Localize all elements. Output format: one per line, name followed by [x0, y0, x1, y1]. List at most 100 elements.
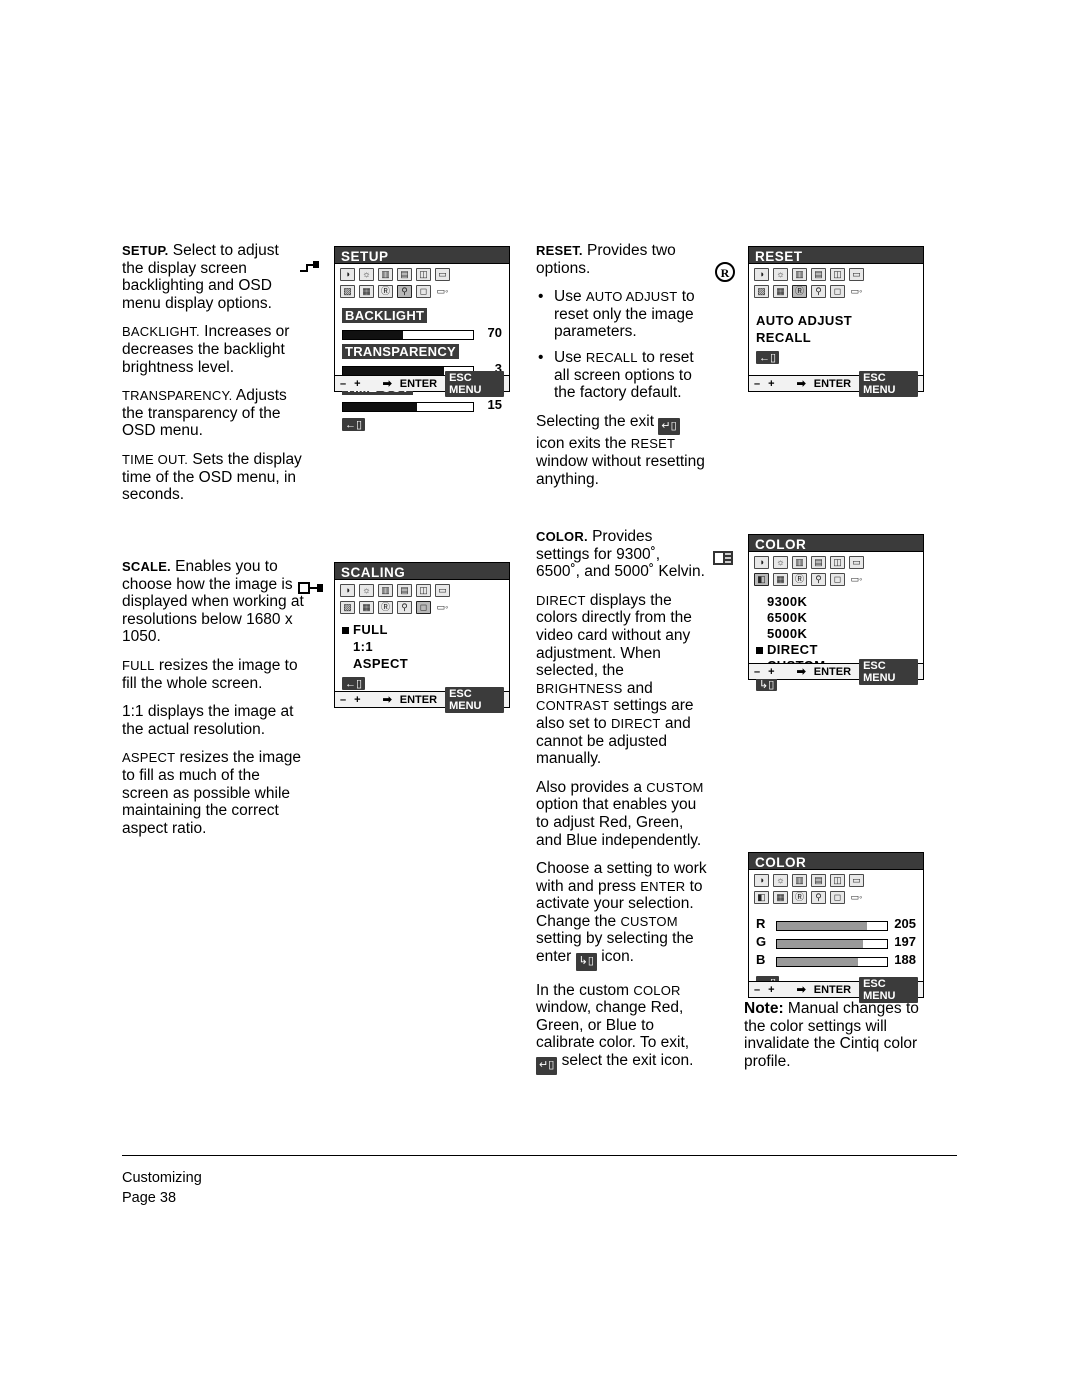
- scaling-option-full[interactable]: FULL: [342, 623, 502, 637]
- esc-menu-label[interactable]: ESC MENU: [445, 370, 504, 397]
- reset-icon-small[interactable]: Ⓡ: [378, 285, 393, 298]
- phase-icon[interactable]: ▤: [397, 584, 412, 597]
- osd-reset-exit-row[interactable]: ←▯: [756, 348, 916, 366]
- timeout-bar[interactable]: [342, 402, 474, 412]
- horizontal-position-icon[interactable]: ◫: [830, 268, 845, 281]
- osd-color-custom-window[interactable]: COLOR ◑ ☼ ▥ ▤ ◫ ▭ ◧ ▦ Ⓡ ⚲ ◻ ▭◦ R 205 G 1…: [748, 852, 924, 1003]
- esc-menu-label[interactable]: ESC MENU: [445, 686, 504, 713]
- setup-icon-small[interactable]: ⚲: [397, 601, 412, 614]
- enter-label[interactable]: ENTER: [400, 378, 437, 390]
- exit-icon-small[interactable]: ▭◦: [849, 891, 864, 904]
- vertical-position-icon[interactable]: ▭: [849, 268, 864, 281]
- contrast-icon[interactable]: ☼: [773, 268, 788, 281]
- setup-icon-small[interactable]: ⚲: [811, 891, 826, 904]
- vertical-position-icon[interactable]: ▭: [435, 584, 450, 597]
- scale-icon-small[interactable]: ◻: [830, 573, 845, 586]
- exit-icon-small[interactable]: ▭◦: [849, 573, 864, 586]
- color-icon-small[interactable]: ◧: [754, 573, 769, 586]
- channel-row-b[interactable]: B 188: [756, 952, 916, 967]
- phase-icon[interactable]: ▤: [811, 268, 826, 281]
- osd-color-window[interactable]: COLOR ◑ ☼ ▥ ▤ ◫ ▭ ◧ ▦ Ⓡ ⚲ ◻ ▭◦ 9300K 650…: [748, 534, 924, 691]
- language-icon[interactable]: ▨: [340, 601, 355, 614]
- minus-label[interactable]: –: [754, 378, 760, 390]
- enter-label[interactable]: ENTER: [400, 694, 437, 706]
- vertical-position-icon[interactable]: ▭: [849, 874, 864, 887]
- osd-setup-exit-row[interactable]: ←▯: [342, 415, 502, 433]
- plus-label[interactable]: +: [354, 378, 360, 390]
- minus-label[interactable]: –: [754, 984, 760, 996]
- exit-icon-small[interactable]: ▭◦: [435, 285, 450, 298]
- exit-enter-icon[interactable]: ←▯: [342, 418, 366, 431]
- backlight-bar[interactable]: [342, 330, 474, 340]
- pitch-icon[interactable]: ▥: [792, 556, 807, 569]
- color-option-9300k[interactable]: 9300K: [756, 595, 916, 609]
- enter-label[interactable]: ENTER: [814, 378, 851, 390]
- scale-icon-small[interactable]: ◻: [416, 285, 431, 298]
- esc-menu-label[interactable]: ESC MENU: [859, 658, 918, 685]
- reset-option-auto-adjust[interactable]: AUTO ADJUST: [756, 314, 916, 328]
- green-bar[interactable]: [776, 939, 888, 949]
- reset-option-recall[interactable]: RECALL: [756, 331, 916, 345]
- channel-row-g[interactable]: G 197: [756, 934, 916, 949]
- contrast-icon[interactable]: ☼: [773, 556, 788, 569]
- scale-icon-small[interactable]: ◻: [830, 891, 845, 904]
- reset-icon-small[interactable]: Ⓡ: [792, 891, 807, 904]
- plus-label[interactable]: +: [768, 666, 774, 678]
- brightness-icon[interactable]: ◑: [754, 556, 769, 569]
- blue-bar[interactable]: [776, 957, 888, 967]
- minus-label[interactable]: –: [340, 378, 346, 390]
- esc-menu-label[interactable]: ESC MENU: [859, 976, 918, 1003]
- language-icon[interactable]: ▨: [754, 285, 769, 298]
- horizontal-position-icon[interactable]: ◫: [416, 268, 431, 281]
- plus-label[interactable]: +: [768, 378, 774, 390]
- minus-label[interactable]: –: [340, 694, 346, 706]
- scale-icon-small[interactable]: ◻: [416, 601, 431, 614]
- exit-enter-icon[interactable]: ↳▯: [756, 678, 778, 691]
- color-option-direct[interactable]: DIRECT: [756, 643, 916, 657]
- display-icon[interactable]: ▦: [773, 573, 788, 586]
- exit-icon-small[interactable]: ▭◦: [849, 285, 864, 298]
- setup-icon-small[interactable]: ⚲: [811, 285, 826, 298]
- horizontal-position-icon[interactable]: ◫: [830, 874, 845, 887]
- brightness-icon[interactable]: ◑: [754, 874, 769, 887]
- reset-icon-small[interactable]: Ⓡ: [792, 573, 807, 586]
- plus-label[interactable]: +: [354, 694, 360, 706]
- vertical-position-icon[interactable]: ▭: [435, 268, 450, 281]
- horizontal-position-icon[interactable]: ◫: [830, 556, 845, 569]
- setup-icon-small[interactable]: ⚲: [811, 573, 826, 586]
- scale-icon-small[interactable]: ◻: [830, 285, 845, 298]
- color-option-5000k[interactable]: 5000K: [756, 627, 916, 641]
- reset-icon-small[interactable]: Ⓡ: [378, 601, 393, 614]
- osd-setup-window[interactable]: SETUP ◑ ☼ ▥ ▤ ◫ ▭ ▨ ▦ Ⓡ ⚲ ◻ ▭◦ BACKLIGHT…: [334, 246, 510, 431]
- exit-icon-small[interactable]: ▭◦: [435, 601, 450, 614]
- setup-icon-small[interactable]: ⚲: [397, 285, 412, 298]
- phase-icon[interactable]: ▤: [811, 556, 826, 569]
- pitch-icon[interactable]: ▥: [792, 268, 807, 281]
- exit-enter-icon[interactable]: ←▯: [342, 677, 366, 690]
- red-bar[interactable]: [776, 921, 888, 931]
- pitch-icon[interactable]: ▥: [378, 584, 393, 597]
- vertical-position-icon[interactable]: ▭: [849, 556, 864, 569]
- contrast-icon[interactable]: ☼: [359, 268, 374, 281]
- minus-label[interactable]: –: [754, 666, 760, 678]
- plus-label[interactable]: +: [768, 984, 774, 996]
- display-icon[interactable]: ▦: [359, 285, 374, 298]
- enter-label[interactable]: ENTER: [814, 666, 851, 678]
- osd-setup-row-backlight[interactable]: BACKLIGHT 70: [342, 307, 502, 340]
- brightness-icon[interactable]: ◑: [754, 268, 769, 281]
- osd-reset-window[interactable]: RESET ◑ ☼ ▥ ▤ ◫ ▭ ▨ ▦ Ⓡ ⚲ ◻ ▭◦ AUTO ADJU…: [748, 246, 924, 397]
- language-icon[interactable]: ▨: [340, 285, 355, 298]
- contrast-icon[interactable]: ☼: [359, 584, 374, 597]
- pitch-icon[interactable]: ▥: [792, 874, 807, 887]
- scaling-option-1to1[interactable]: 1:1: [342, 640, 502, 654]
- channel-row-r[interactable]: R 205: [756, 916, 916, 931]
- display-icon[interactable]: ▦: [773, 285, 788, 298]
- color-option-6500k[interactable]: 6500K: [756, 611, 916, 625]
- display-icon[interactable]: ▦: [359, 601, 374, 614]
- display-icon[interactable]: ▦: [773, 891, 788, 904]
- phase-icon[interactable]: ▤: [397, 268, 412, 281]
- pitch-icon[interactable]: ▥: [378, 268, 393, 281]
- reset-icon-small[interactable]: Ⓡ: [792, 285, 807, 298]
- exit-enter-icon[interactable]: ←▯: [756, 351, 780, 364]
- esc-menu-label[interactable]: ESC MENU: [859, 370, 918, 397]
